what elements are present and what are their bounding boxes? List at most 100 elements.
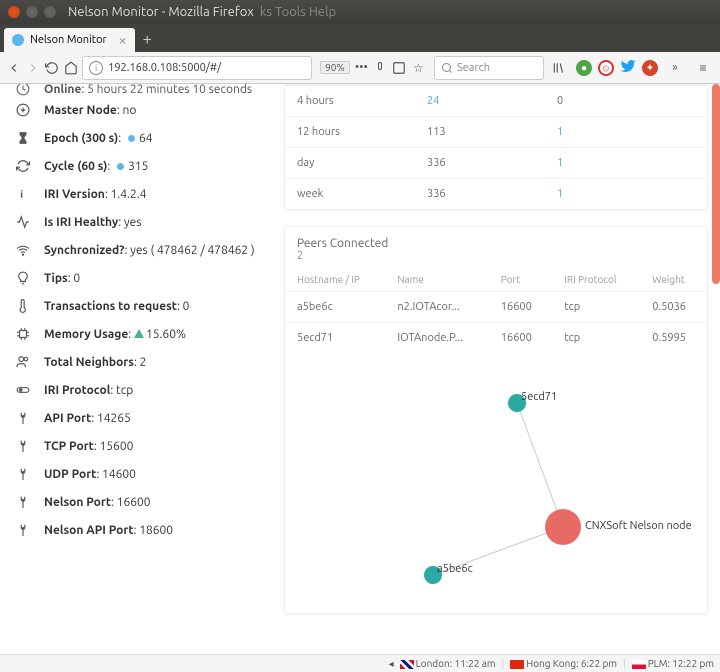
peers-network-graph[interactable]: CNXSoft Nelson node 5ecd71 a5be6c (285, 353, 707, 613)
peer-port: 16600 (489, 292, 553, 323)
browser-nav-bar: i 192.168.0.108:5000/#/ 90% ••• ☆ Search… (0, 52, 720, 84)
peer-name: IOTAnode.P... (385, 323, 488, 354)
thermo-icon (14, 299, 32, 313)
info-text: Tips: 0 (44, 272, 80, 285)
stats-period: day (285, 148, 415, 179)
info-row: Memory Usage: 15.60% (14, 320, 266, 348)
stats-c2[interactable]: 1 (545, 117, 707, 148)
window-maximize-button[interactable] (44, 6, 56, 18)
window-minimize-button[interactable] (26, 6, 38, 18)
stats-c2[interactable]: 1 (545, 148, 707, 179)
tab-title: Nelson Monitor (30, 34, 107, 46)
reader-mode-icon[interactable] (373, 57, 388, 79)
info-text: TCP Port: 15600 (44, 440, 133, 453)
col-host: Hostname / IP (285, 266, 385, 292)
new-tab-button[interactable]: + (143, 30, 152, 48)
library-icon[interactable] (548, 57, 570, 79)
info-row: Epoch (300 s): 64 (14, 124, 266, 152)
status-arrow-icon[interactable]: ◂ (389, 658, 394, 670)
page-actions-icon[interactable]: ••• (354, 57, 369, 79)
info-row: Transactions to request: 0 (14, 292, 266, 320)
url-text: 192.168.0.108:5000/#/ (108, 62, 221, 74)
wifi-icon (14, 243, 32, 257)
noscript-icon[interactable]: ⦸ (598, 60, 614, 76)
hamburger-menu-icon[interactable]: ≡ (692, 57, 714, 79)
stats-c1[interactable]: 24 (415, 86, 545, 117)
bulb-icon (14, 271, 32, 285)
clock-london: London: 11:22 am (416, 658, 496, 669)
peers-header-row: Hostname / IP Name Port IRI Protocol Wei… (285, 266, 707, 292)
info-text: IRI Version: 1.4.2.4 (44, 188, 146, 201)
info-text: Nelson Port: 16600 (44, 496, 151, 509)
info-row: Nelson Port: 16600 (14, 488, 266, 516)
browser-tab[interactable]: Nelson Monitor × (4, 28, 135, 52)
info-text: Total Neighbors: 2 (44, 356, 146, 369)
bookmark-star-icon[interactable]: ☆ (411, 57, 426, 79)
reload-button[interactable] (44, 57, 59, 79)
users-icon (14, 355, 32, 369)
status-bar: ◂ London: 11:22 am | Hong Kong: 6:22 pm … (0, 654, 720, 672)
pocket-icon[interactable] (392, 57, 407, 79)
plug-icon (14, 411, 32, 425)
peers-count: 2 (297, 250, 695, 262)
peer-proto: tcp (552, 292, 640, 323)
svg-text:i: i (20, 190, 23, 201)
adblock-icon[interactable]: ✦ (642, 60, 658, 76)
tab-close-icon[interactable]: × (119, 32, 127, 48)
site-info-icon[interactable]: i (89, 61, 103, 75)
node-info-sidebar: Online: 5 hours 22 minutes 10 seconds Mas… (0, 84, 280, 654)
flag-uk-icon (400, 660, 414, 669)
home-button[interactable] (63, 57, 78, 79)
info-row: Is IRI Healthy: yes (14, 208, 266, 236)
tab-favicon-icon (12, 34, 24, 46)
info-text: Is IRI Healthy: yes (44, 216, 142, 229)
back-button[interactable] (6, 57, 21, 79)
info-text: Online: 5 hours 22 minutes 10 seconds (44, 84, 252, 96)
stats-c1: 113 (415, 117, 545, 148)
url-bar[interactable]: i 192.168.0.108:5000/#/ (82, 56, 312, 80)
plus-circle-icon (14, 103, 32, 117)
scrollbar-thumb[interactable] (712, 84, 720, 284)
info-text: Nelson API Port: 18600 (44, 524, 173, 537)
peer-row[interactable]: a5be6cn2.IOTAcor...16600tcp0.5036 (285, 292, 707, 323)
search-placeholder: Search (457, 62, 490, 74)
zoom-indicator[interactable]: 90% (320, 61, 350, 74)
hourglass-icon (14, 131, 32, 145)
tab-strip: Nelson Monitor × + (0, 24, 720, 52)
search-bar[interactable]: Search (434, 56, 544, 80)
info-row: Tips: 0 (14, 264, 266, 292)
peer-port: 16600 (489, 323, 553, 354)
peers-panel: Peers Connected 2 Hostname / IP Name Por… (284, 226, 708, 614)
stats-period: 4 hours (285, 86, 415, 117)
stats-row: week3361 (285, 179, 707, 210)
search-icon (441, 62, 453, 74)
ext-badge-green-icon[interactable]: ● (576, 60, 592, 76)
clock-plm: PLM: 12:22 pm (648, 658, 714, 669)
col-name: Name (385, 266, 488, 292)
stats-c2: 0 (545, 86, 707, 117)
overflow-menu-icon[interactable]: » (664, 57, 686, 79)
plug-icon (14, 523, 32, 537)
peer-host: a5be6c (285, 292, 385, 323)
col-proto: IRI Protocol (552, 266, 640, 292)
stats-c1: 336 (415, 179, 545, 210)
info-row: Master Node: no (14, 96, 266, 124)
peer-row[interactable]: 5ecd71IOTAnode.P...16600tcp0.5995 (285, 323, 707, 354)
info-text: Master Node: no (44, 104, 136, 117)
stats-period: week (285, 179, 415, 210)
info-row: API Port: 14265 (14, 404, 266, 432)
stats-period: 12 hours (285, 117, 415, 148)
col-weight: Weight (640, 266, 707, 292)
stats-c1: 336 (415, 148, 545, 179)
graph-node-main[interactable] (545, 509, 581, 545)
info-text: API Port: 14265 (44, 412, 131, 425)
info-text: UDP Port: 14600 (44, 468, 136, 481)
clock-hongkong: Hong Kong: 6:22 pm (526, 658, 617, 669)
peer-proto: tcp (552, 323, 640, 354)
twitter-icon[interactable] (620, 58, 636, 77)
stats-table: 4 hours24012 hours1131day3361week3361 (285, 85, 707, 209)
window-close-button[interactable] (8, 6, 20, 18)
graph-label-peer2: a5be6c (437, 563, 473, 575)
peer-weight: 0.5995 (640, 323, 707, 354)
stats-c2[interactable]: 1 (545, 179, 707, 210)
